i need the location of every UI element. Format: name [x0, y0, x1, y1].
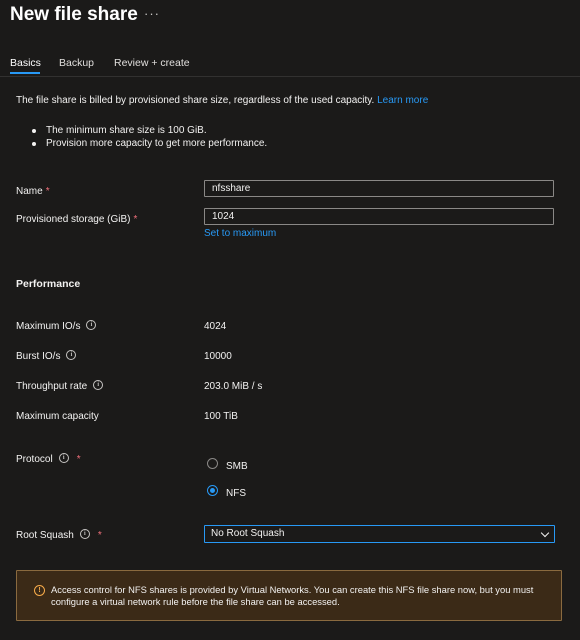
nfs-warning-banner: ! Access control for NFS shares is provi… [16, 570, 562, 621]
learn-more-link[interactable]: Learn more [377, 95, 428, 106]
bullet-min-size: The minimum share size is 100 GiB. [46, 125, 207, 136]
info-icon[interactable]: i [58, 453, 69, 464]
nfs-option-label[interactable]: NFS [226, 488, 246, 499]
tab-basics[interactable]: Basics [10, 57, 41, 69]
chevron-down-icon [540, 528, 550, 538]
burst-iops-label: Burst IO/s i [16, 350, 77, 362]
root-squash-selected: No Root Squash [211, 528, 285, 539]
name-field[interactable]: nfsshare [204, 180, 554, 197]
tab-backup[interactable]: Backup [59, 57, 94, 69]
throughput-label: Throughput rate i [16, 380, 104, 392]
throughput-label-text: Throughput rate [16, 381, 88, 392]
billing-info: The file share is billed by provisioned … [16, 95, 428, 106]
tab-review-create[interactable]: Review + create [114, 57, 190, 69]
smb-radio[interactable] [207, 458, 218, 469]
storage-label-text: Provisioned storage (GiB) [16, 214, 131, 225]
root-squash-label-text: Root Squash [16, 530, 74, 541]
nfs-radio[interactable] [207, 485, 218, 496]
info-icon[interactable]: i [86, 320, 97, 331]
throughput-value: 203.0 MiB / s [204, 381, 263, 392]
bullet-dot [32, 142, 36, 146]
set-to-maximum-link[interactable]: Set to maximum [204, 228, 276, 239]
required-marker: * [45, 186, 50, 197]
max-iops-label-text: Maximum IO/s [16, 321, 81, 332]
name-label: Name * [16, 186, 50, 197]
info-icon[interactable]: i [79, 529, 90, 540]
required-marker: * [133, 214, 138, 225]
required-marker: * [76, 454, 81, 465]
tab-divider [0, 76, 580, 77]
burst-iops-label-text: Burst IO/s [16, 351, 61, 362]
storage-field-value: 1024 [212, 211, 235, 222]
max-capacity-value: 100 TiB [204, 411, 238, 422]
storage-field[interactable]: 1024 [204, 208, 554, 225]
max-iops-value: 4024 [204, 321, 227, 332]
performance-heading: Performance [16, 278, 81, 290]
storage-label: Provisioned storage (GiB) * [16, 214, 137, 225]
root-squash-label: Root Squash i * [16, 529, 102, 541]
max-capacity-label: Maximum capacity [16, 411, 99, 422]
root-squash-dropdown[interactable]: No Root Squash [204, 525, 555, 543]
protocol-label: Protocol i * [16, 453, 81, 465]
smb-option-label[interactable]: SMB [226, 461, 248, 472]
bullet-dot [32, 129, 36, 133]
billing-info-text: The file share is billed by provisioned … [16, 95, 375, 106]
warning-icon: ! [34, 585, 45, 596]
required-marker: * [97, 530, 102, 541]
info-icon[interactable]: i [93, 380, 104, 391]
name-field-value: nfsshare [212, 183, 251, 194]
active-tab-indicator [10, 72, 40, 74]
page-title: New file share [10, 4, 138, 25]
max-iops-label: Maximum IO/s i [16, 320, 97, 332]
more-options-button[interactable]: ··· [144, 6, 160, 21]
warning-text: Access control for NFS shares is provide… [51, 584, 534, 607]
protocol-label-text: Protocol [16, 454, 53, 465]
bullet-provision-more: Provision more capacity to get more perf… [46, 138, 268, 149]
name-label-text: Name [16, 186, 43, 197]
burst-iops-value: 10000 [204, 351, 232, 362]
info-icon[interactable]: i [66, 350, 77, 361]
